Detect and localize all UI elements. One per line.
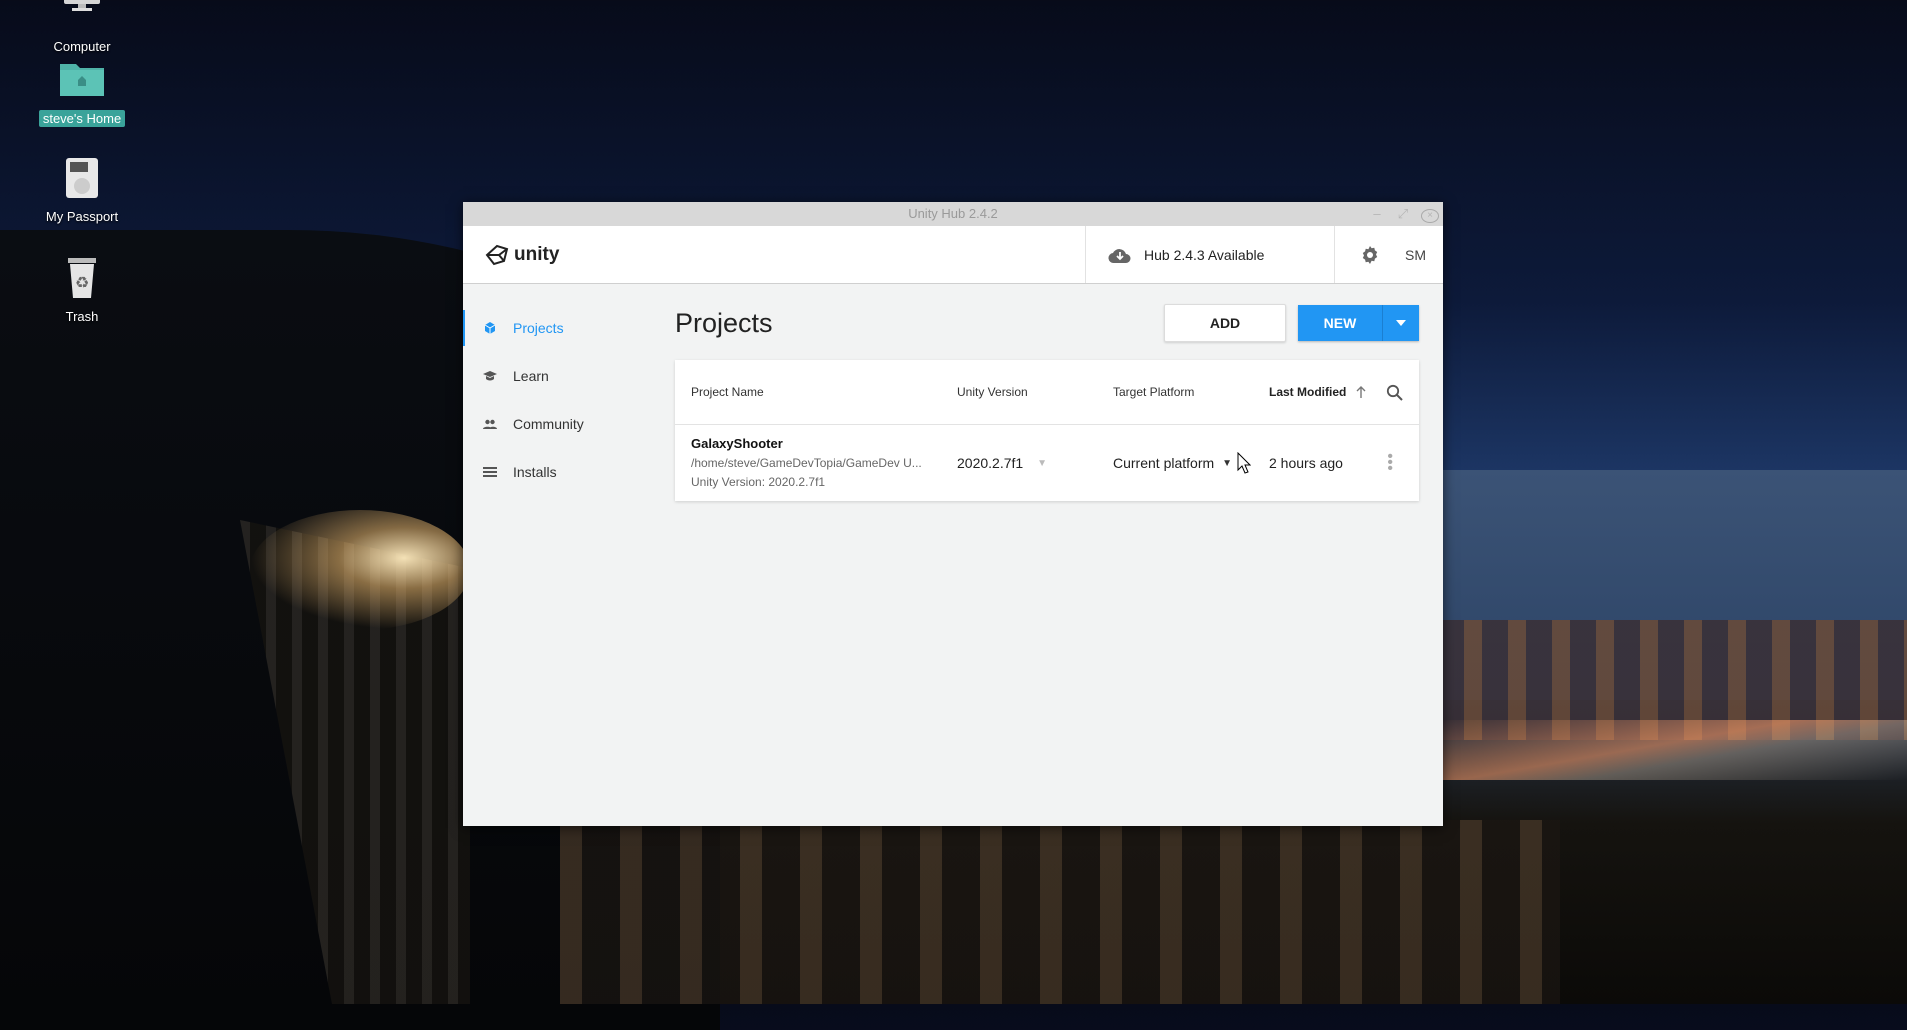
- settings-button[interactable]: [1335, 245, 1405, 265]
- header-last-modified[interactable]: Last Modified: [1269, 385, 1346, 399]
- sidebar-item-learn[interactable]: Learn: [463, 352, 675, 400]
- window-titlebar[interactable]: Unity Hub 2.4.2 – ⤢ ×: [463, 202, 1443, 226]
- user-avatar[interactable]: SM: [1405, 247, 1443, 263]
- header-unity-version[interactable]: Unity Version: [957, 385, 1113, 399]
- main-content: Projects ADD NEW Project Name Unity Vers…: [675, 284, 1443, 826]
- more-options-icon[interactable]: • • •: [1387, 449, 1393, 477]
- new-project-button[interactable]: NEW: [1298, 305, 1382, 341]
- list-icon: [483, 467, 497, 477]
- search-icon[interactable]: [1386, 384, 1403, 401]
- unity-hub-window: Unity Hub 2.4.2 – ⤢ × unity Hub 2.4.3 Av…: [463, 202, 1443, 826]
- drive-icon: [58, 156, 106, 204]
- sidebar-item-installs[interactable]: Installs: [463, 448, 675, 496]
- desktop-icon-label: steve's Home: [38, 110, 126, 127]
- last-modified-value: 2 hours ago: [1269, 455, 1343, 471]
- people-icon: [483, 419, 497, 429]
- sidebar-item-community[interactable]: Community: [463, 400, 675, 448]
- desktop-icon-passport[interactable]: My Passport: [17, 156, 147, 225]
- version-value: 2020.2.7f1: [957, 455, 1024, 471]
- sidebar-item-label: Installs: [513, 464, 557, 480]
- project-path: /home/steve/GameDevTopia/GameDev U...: [691, 456, 922, 471]
- sidebar-item-label: Learn: [513, 368, 549, 384]
- unity-logo-icon: [485, 244, 509, 265]
- header-project-name[interactable]: Project Name: [675, 385, 957, 399]
- page-title: Projects: [675, 307, 773, 338]
- sidebar-item-projects[interactable]: Projects: [463, 304, 675, 352]
- window-title: Unity Hub 2.4.2: [908, 206, 998, 221]
- desktop-icon-label: My Passport: [45, 209, 119, 224]
- table-row[interactable]: GalaxyShooter /home/steve/GameDevTopia/G…: [675, 425, 1419, 501]
- svg-text:♻: ♻: [75, 273, 89, 292]
- close-button[interactable]: ×: [1421, 202, 1439, 226]
- new-project-dropdown-button[interactable]: [1382, 305, 1419, 341]
- logo-text: unity: [514, 243, 560, 265]
- desktop-icon-trash[interactable]: ♻ Trash: [17, 256, 147, 325]
- cube-icon: [484, 322, 496, 334]
- project-unity-version: Unity Version: 2020.2.7f1: [691, 475, 826, 490]
- app-header: unity Hub 2.4.3 Available SM: [463, 226, 1443, 284]
- sidebar-item-label: Community: [513, 416, 584, 432]
- wallpaper-lower-bridge: [560, 820, 1560, 1004]
- add-project-button[interactable]: ADD: [1164, 304, 1286, 342]
- header-target-platform[interactable]: Target Platform: [1113, 385, 1269, 399]
- desktop-icon-label: Trash: [65, 309, 99, 324]
- platform-value: Current platform: [1113, 455, 1215, 471]
- mouse-cursor-icon: [1237, 452, 1251, 474]
- new-project-button-group: NEW: [1298, 305, 1419, 341]
- wallpaper-road-light: [1430, 720, 1907, 780]
- desktop-icon-label: Computer: [53, 39, 111, 54]
- update-available-button[interactable]: Hub 2.4.3 Available: [1085, 226, 1335, 283]
- gear-icon: [1362, 245, 1378, 264]
- chevron-down-icon: ▼: [1222, 457, 1233, 469]
- version-select[interactable]: 2020.2.7f1 ▼: [957, 455, 1113, 471]
- maximize-button[interactable]: ⤢: [1395, 202, 1411, 226]
- close-icon: ×: [1421, 209, 1439, 223]
- cloud-download-icon: [1108, 248, 1131, 263]
- update-text: Hub 2.4.3 Available: [1144, 246, 1265, 263]
- sidebar: Projects Learn Community Installs: [463, 284, 675, 826]
- sort-arrow-up-icon[interactable]: [1356, 386, 1366, 398]
- trash-icon: ♻: [58, 256, 106, 304]
- wallpaper-light-streak: [250, 510, 470, 630]
- project-name: GalaxyShooter: [691, 436, 783, 452]
- computer-icon: [58, 0, 106, 34]
- unity-logo: unity: [463, 243, 559, 267]
- desktop-icon-home[interactable]: steve's Home: [17, 58, 147, 127]
- table-header: Project Name Unity Version Target Platfo…: [675, 360, 1419, 425]
- caret-down-icon: [1396, 320, 1406, 326]
- minimize-button[interactable]: –: [1369, 202, 1385, 226]
- graduation-cap-icon: [483, 371, 497, 381]
- projects-table: Project Name Unity Version Target Platfo…: [675, 360, 1419, 501]
- home-folder-icon: [58, 58, 106, 106]
- chevron-down-icon: ▼: [1037, 457, 1048, 469]
- sidebar-item-label: Projects: [513, 320, 564, 336]
- desktop-icon-computer[interactable]: Computer: [17, 0, 147, 55]
